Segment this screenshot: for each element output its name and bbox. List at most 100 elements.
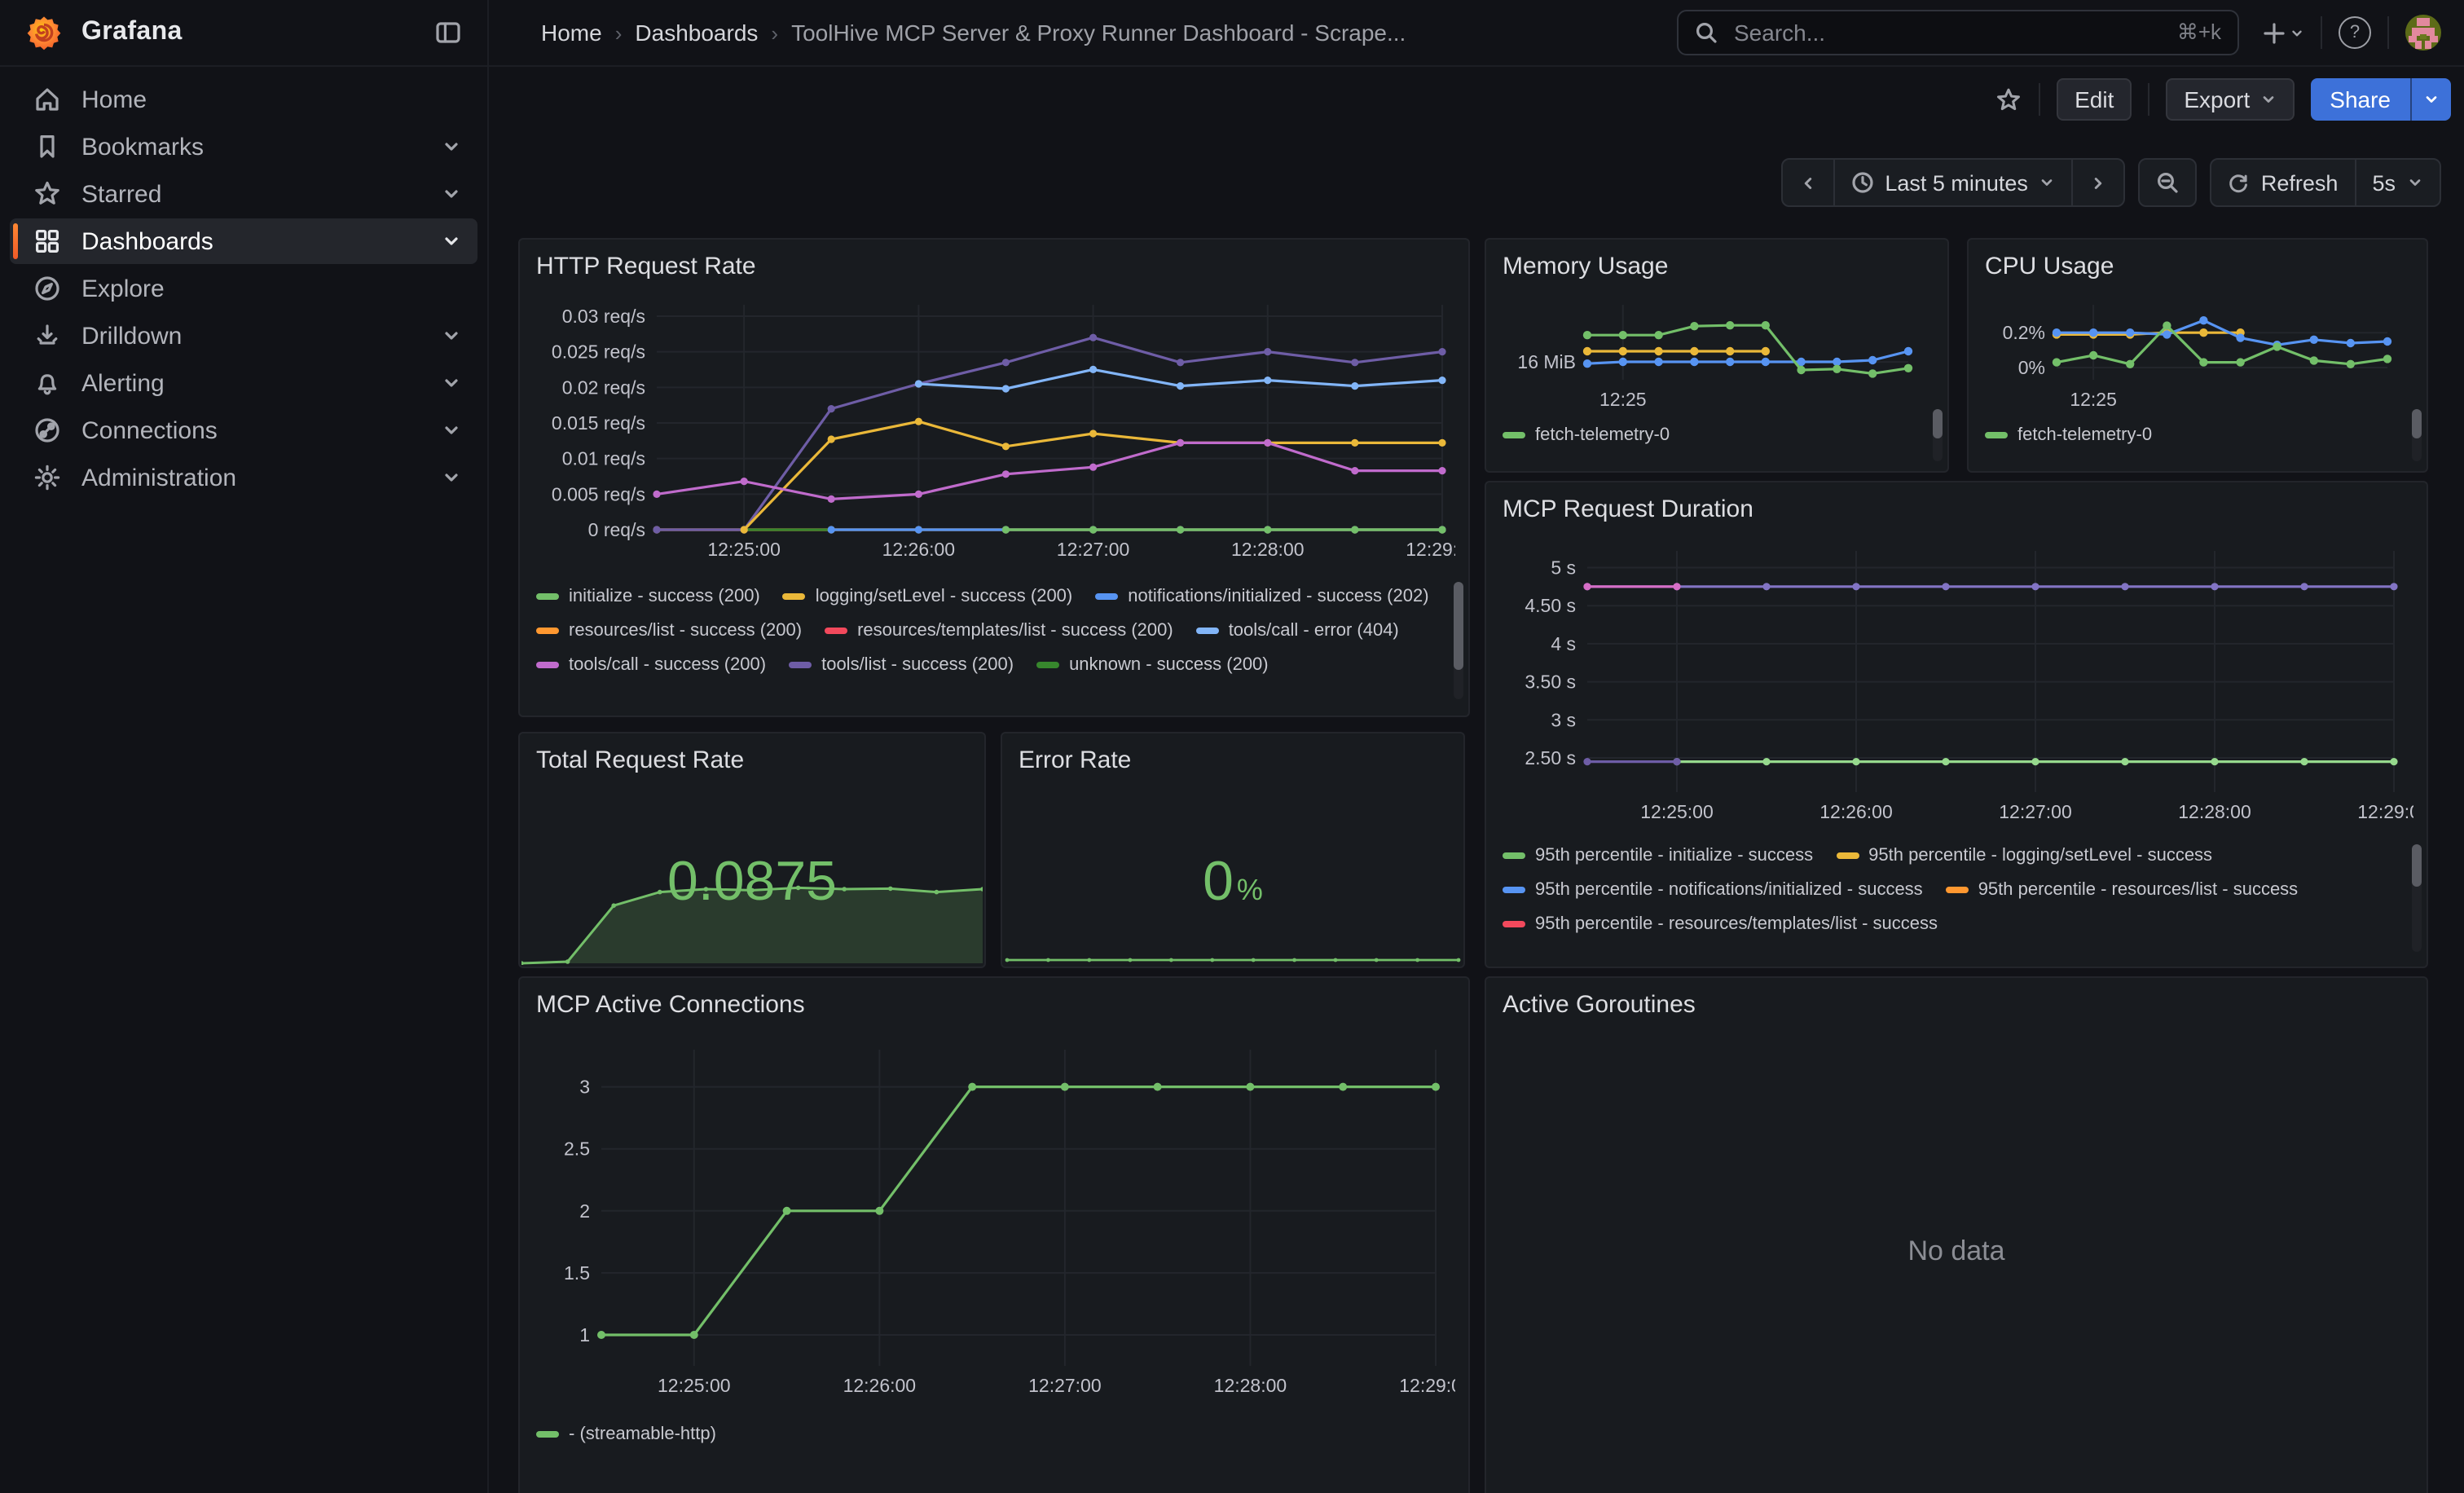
- legend-item[interactable]: 95th percentile - resources/list - succe…: [1946, 877, 2299, 901]
- scrollbar-thumb[interactable]: [2412, 844, 2422, 887]
- refresh-button[interactable]: Refresh: [2211, 158, 2356, 207]
- dashboard-canvas: Last 5 minutes Refresh 5: [489, 132, 2464, 1493]
- sidebar-item-starred[interactable]: Starred: [10, 171, 477, 217]
- panel-title[interactable]: HTTP Request Rate: [536, 253, 1452, 280]
- panel-title[interactable]: MCP Active Connections: [536, 991, 1452, 1019]
- legend-label: tools/call - success (200): [569, 654, 766, 674]
- sidebar-item-connections[interactable]: Connections: [10, 407, 477, 453]
- svg-text:2: 2: [579, 1200, 590, 1222]
- panel-title[interactable]: Error Rate: [1019, 746, 1447, 774]
- legend-swatch: [1836, 852, 1859, 858]
- refresh-group: Refresh 5s: [2211, 158, 2441, 207]
- breadcrumb-home[interactable]: Home: [541, 20, 602, 46]
- zoom-out-button[interactable]: [2139, 158, 2198, 207]
- svg-text:4 s: 4 s: [1551, 633, 1576, 654]
- home-icon: [33, 85, 62, 114]
- chevron-down-icon: [2039, 174, 2056, 191]
- legend-label: logging/setLevel - success (200): [816, 586, 1073, 606]
- http-request-rate-chart[interactable]: 12:25:0012:26:0012:27:0012:28:0012:29:00…: [536, 288, 1455, 575]
- sidebar-item-label: Dashboards: [81, 227, 422, 255]
- legend-item[interactable]: logging/setLevel - success (200): [783, 584, 1073, 608]
- legend-scrollbar: [1454, 582, 1463, 699]
- svg-text:12:25: 12:25: [1599, 389, 1647, 409]
- sidebar-item-home[interactable]: Home: [10, 77, 477, 122]
- scrollbar-thumb[interactable]: [1454, 582, 1463, 670]
- legend-item[interactable]: fetch-telemetry-0: [1985, 422, 2152, 447]
- legend-item[interactable]: resources/list - success (200): [536, 618, 802, 642]
- legend-item[interactable]: resources/templates/list - success (200): [825, 618, 1173, 642]
- legend: fetch-telemetry-0: [1503, 422, 1931, 455]
- legend-swatch: [1503, 920, 1525, 927]
- legend-item[interactable]: - (streamable-http): [536, 1421, 716, 1446]
- legend-swatch: [536, 661, 559, 667]
- search-input[interactable]: [1731, 18, 2164, 47]
- refresh-interval-picker[interactable]: 5s: [2354, 158, 2441, 207]
- grafana-logo-icon: [26, 15, 62, 51]
- user-avatar[interactable]: [2405, 15, 2441, 51]
- plus-icon: [2262, 20, 2286, 45]
- sidebar-item-explore[interactable]: Explore: [10, 266, 477, 311]
- stat-value: 0%: [1002, 851, 1463, 914]
- cpu-usage-chart[interactable]: 12:250.2%0%: [1985, 288, 2413, 409]
- sidebar-item-label: Explore: [81, 275, 461, 302]
- time-range-picker[interactable]: Last 5 minutes: [1833, 158, 2074, 207]
- legend-label: fetch-telemetry-0: [2017, 425, 2152, 444]
- legend-item[interactable]: 95th percentile - resources/templates/li…: [1503, 911, 1938, 936]
- sidebar-item-bookmarks[interactable]: Bookmarks: [10, 124, 477, 170]
- legend-item[interactable]: tools/call - success (200): [536, 652, 766, 676]
- sidebar-item-alerting[interactable]: Alerting: [10, 360, 477, 406]
- search-box[interactable]: ⌘+k: [1677, 10, 2239, 55]
- edit-button[interactable]: Edit: [2057, 78, 2132, 121]
- legend-item[interactable]: initialize - success (200): [536, 584, 760, 608]
- legend-item[interactable]: notifications/initialized - success (202…: [1095, 584, 1428, 608]
- legend-item[interactable]: 95th percentile - notifications/initiali…: [1503, 877, 1923, 901]
- help-button[interactable]: ?: [2339, 16, 2371, 49]
- sidebar-item-dashboards[interactable]: Dashboards: [10, 218, 477, 264]
- chevron-right-icon: [2090, 174, 2108, 192]
- legend-item[interactable]: unknown - success (200): [1036, 652, 1269, 676]
- panel-title[interactable]: CPU Usage: [1985, 253, 2410, 280]
- memory-usage-chart[interactable]: 12:2516 MiB: [1503, 288, 1934, 409]
- dashboards-icon: [33, 227, 62, 256]
- add-button[interactable]: [2262, 20, 2304, 45]
- chevron-down-icon: [2290, 25, 2304, 40]
- legend-item[interactable]: 95th percentile - logging/setLevel - suc…: [1836, 843, 2212, 867]
- legend: initialize - success (200) logging/setLev…: [536, 584, 1429, 698]
- sidebar-item-administration[interactable]: Administration: [10, 455, 477, 500]
- breadcrumb-dashboards[interactable]: Dashboards: [635, 20, 758, 46]
- legend-swatch: [1095, 592, 1118, 599]
- scrollbar-thumb[interactable]: [1933, 409, 1943, 438]
- dashboard-action-bar: Edit Export Share: [489, 67, 2464, 132]
- svg-text:0.02 req/s: 0.02 req/s: [562, 377, 645, 398]
- favorite-star-button[interactable]: [1995, 86, 2022, 113]
- time-range-label: Last 5 minutes: [1885, 170, 2028, 195]
- svg-text:5 s: 5 s: [1551, 557, 1576, 579]
- legend-item[interactable]: tools/call - error (404): [1196, 618, 1399, 642]
- export-button[interactable]: Export: [2166, 78, 2294, 121]
- share-menu-button[interactable]: [2410, 78, 2451, 121]
- legend-item[interactable]: fetch-telemetry-0: [1503, 422, 1670, 447]
- svg-text:4.50 s: 4.50 s: [1525, 595, 1576, 616]
- svg-text:0 req/s: 0 req/s: [588, 519, 645, 540]
- svg-text:3 s: 3 s: [1551, 709, 1576, 730]
- stat-number: 0: [1203, 851, 1234, 913]
- mcp-active-connections-chart[interactable]: 12:25:0012:26:0012:27:0012:28:0012:29:00…: [536, 1027, 1455, 1408]
- panel-title[interactable]: Active Goroutines: [1503, 991, 2410, 1019]
- legend-swatch: [536, 592, 559, 599]
- time-shift-back-button[interactable]: [1780, 158, 1834, 207]
- dock-sidebar-icon[interactable]: [435, 20, 461, 46]
- time-shift-forward-button[interactable]: [2072, 158, 2126, 207]
- svg-text:12:27:00: 12:27:00: [1057, 539, 1130, 560]
- legend-swatch: [536, 627, 559, 633]
- legend-label: tools/call - error (404): [1229, 620, 1399, 640]
- svg-text:12:26:00: 12:26:00: [1819, 801, 1893, 822]
- panel-title[interactable]: Total Request Rate: [536, 746, 968, 774]
- sidebar-item-drilldown[interactable]: Drilldown: [10, 313, 477, 359]
- legend-item[interactable]: tools/list - success (200): [789, 652, 1014, 676]
- legend-item[interactable]: 95th percentile - initialize - success: [1503, 843, 1813, 867]
- panel-title[interactable]: Memory Usage: [1503, 253, 1931, 280]
- share-button[interactable]: Share: [2310, 78, 2410, 121]
- mcp-request-duration-chart[interactable]: 12:25:0012:26:0012:27:0012:28:0012:29:00…: [1503, 531, 2413, 835]
- panel-title[interactable]: MCP Request Duration: [1503, 495, 2410, 523]
- scrollbar-thumb[interactable]: [2412, 409, 2422, 438]
